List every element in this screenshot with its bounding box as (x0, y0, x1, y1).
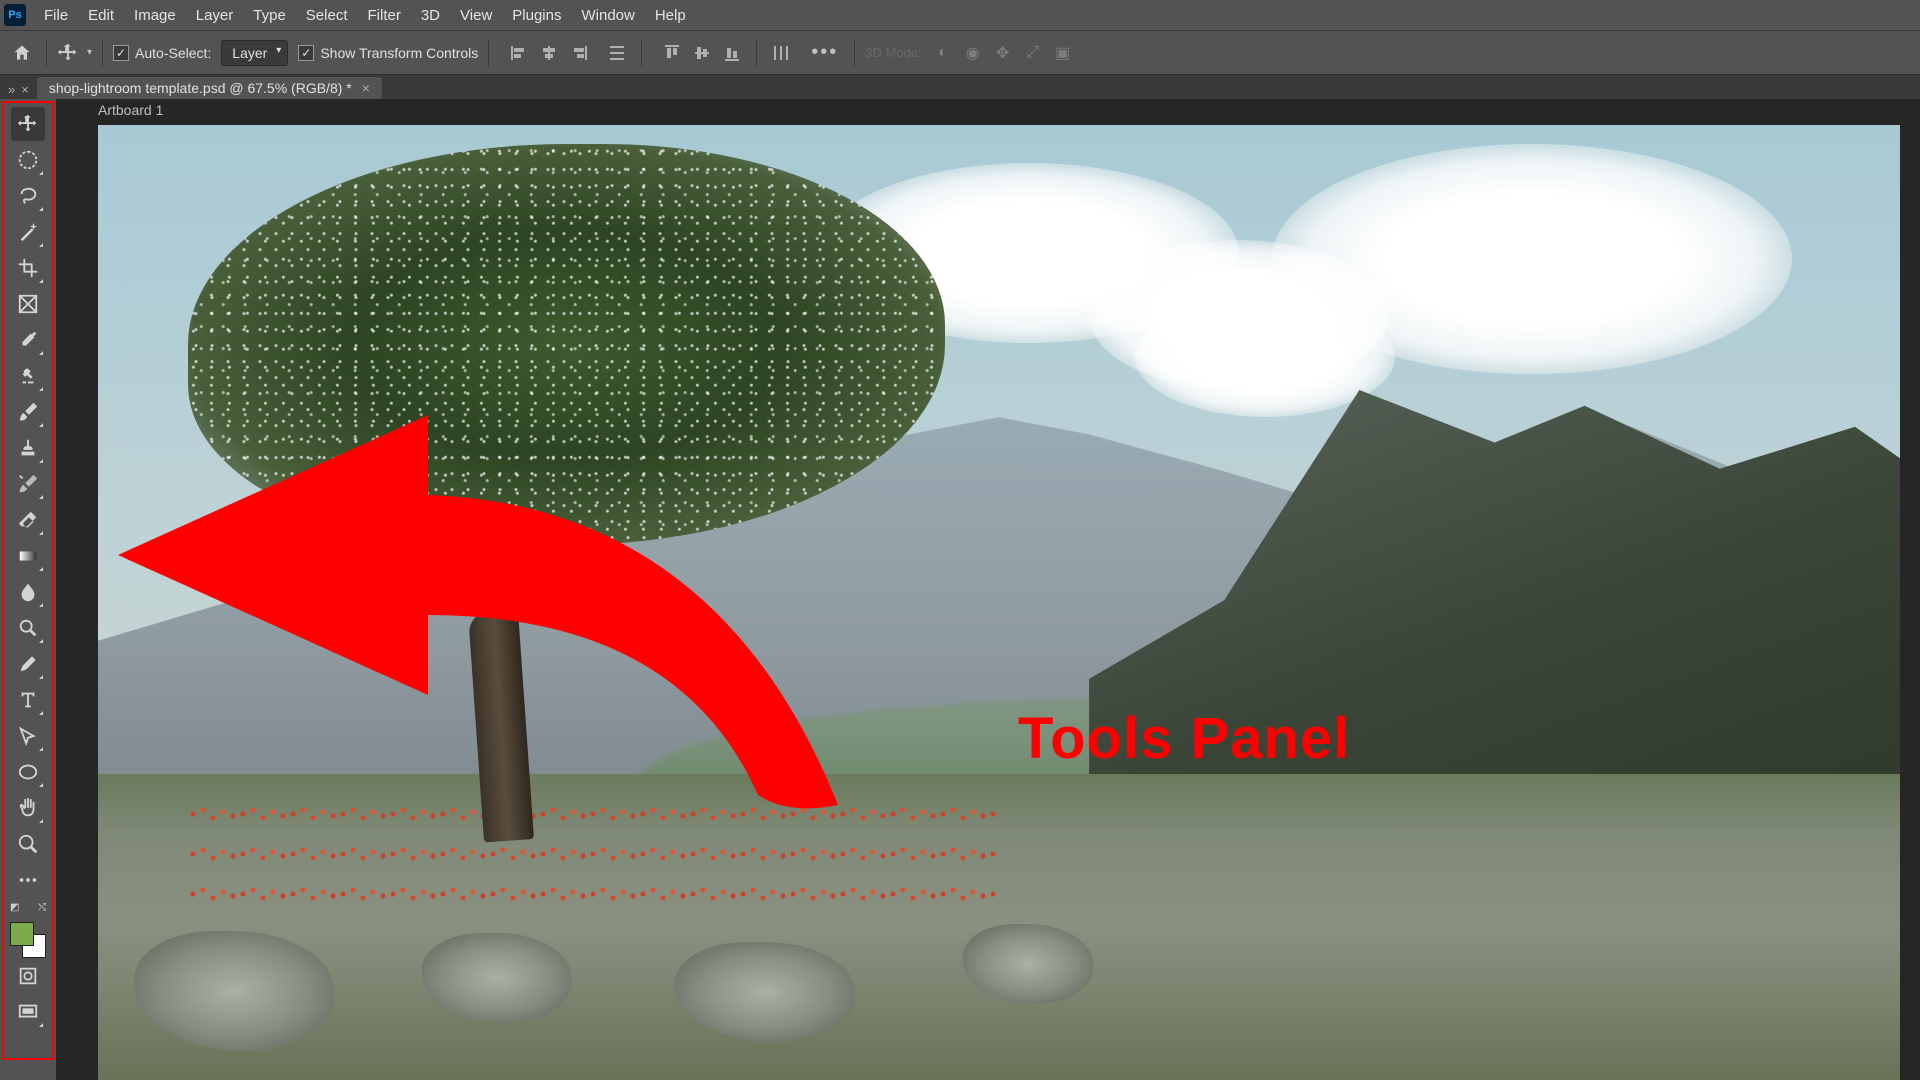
canvas-area[interactable]: Artboard 1 Tools Panel (56, 99, 1920, 1080)
color-swatches[interactable] (10, 922, 46, 958)
menu-layer[interactable]: Layer (186, 3, 244, 28)
pan-icon: ✥ (992, 42, 1014, 64)
separator (641, 39, 642, 67)
auto-select-label: Auto-Select: (135, 45, 211, 61)
eraser-tool[interactable] (11, 503, 45, 537)
stamp-tool[interactable] (11, 431, 45, 465)
separator (854, 39, 855, 67)
menu-image[interactable]: Image (124, 3, 186, 28)
document-tab-row: » × shop-lightroom template.psd @ 67.5% … (0, 75, 1920, 99)
menu-edit[interactable]: Edit (78, 3, 124, 28)
gradient-tool[interactable] (11, 539, 45, 573)
document-tab[interactable]: shop-lightroom template.psd @ 67.5% (RGB… (37, 77, 382, 99)
menu-3d[interactable]: 3D (411, 3, 450, 28)
menu-view[interactable]: View (450, 3, 502, 28)
swatch-controls: ◩⤭ (10, 902, 46, 916)
crop-tool[interactable] (11, 251, 45, 285)
artboard-label[interactable]: Artboard 1 (98, 102, 163, 118)
zoom-tool[interactable] (11, 827, 45, 861)
main-area: ◩⤭ Artboard 1 Tools Panel (0, 99, 1920, 1080)
eyedropper-tool[interactable] (11, 323, 45, 357)
blur-tool[interactable] (11, 575, 45, 609)
default-swatches-icon[interactable]: ◩ (10, 902, 19, 913)
tools-panel: ◩⤭ (2, 101, 54, 1060)
double-chevron-icon: » (8, 82, 15, 97)
menu-help[interactable]: Help (645, 3, 696, 28)
brush-tool[interactable] (11, 395, 45, 429)
history-brush-tool[interactable] (11, 467, 45, 501)
more-options-button[interactable]: ••• (805, 41, 844, 64)
quick-mask-button[interactable] (11, 959, 45, 993)
menu-select[interactable]: Select (296, 3, 358, 28)
menu-filter[interactable]: Filter (358, 3, 411, 28)
align-right-button[interactable] (565, 39, 593, 67)
menu-plugins[interactable]: Plugins (502, 3, 571, 28)
orbit-icon: ◐ (932, 42, 954, 64)
align-center-v-button[interactable] (688, 39, 716, 67)
selection-tool[interactable] (11, 215, 45, 249)
checkbox-checked-icon: ✓ (113, 45, 129, 61)
layer-dropdown[interactable]: Layer (221, 40, 288, 66)
hand-tool[interactable] (11, 791, 45, 825)
menu-bar: Ps File Edit Image Layer Type Select Fil… (0, 0, 1920, 30)
chevron-down-icon[interactable]: ▾ (87, 47, 92, 58)
home-icon (12, 43, 32, 63)
annotation-text: Tools Panel (1018, 705, 1350, 772)
dodge-tool[interactable] (11, 611, 45, 645)
home-button[interactable] (8, 39, 36, 67)
align-left-button[interactable] (505, 39, 533, 67)
roll-icon: ◉ (962, 42, 984, 64)
screen-mode-button[interactable] (11, 995, 45, 1029)
artboard[interactable]: Tools Panel (98, 125, 1900, 1080)
mode-3d-icons: ◐ ◉ ✥ ⤢ ▣ (932, 42, 1074, 64)
align-center-h-button[interactable] (535, 39, 563, 67)
frame-tool[interactable] (11, 287, 45, 321)
lasso-tool[interactable] (11, 179, 45, 213)
transform-controls-checkbox[interactable]: ✓ Show Transform Controls (298, 45, 478, 61)
menu-window[interactable]: Window (571, 3, 644, 28)
move-tool[interactable] (11, 107, 45, 141)
separator (488, 39, 489, 67)
pen-tool[interactable] (11, 647, 45, 681)
align-bottom-button[interactable] (718, 39, 746, 67)
foreground-swatch[interactable] (10, 922, 34, 946)
panel-collapse-button[interactable]: » × (4, 80, 33, 99)
distribute-v-button[interactable] (767, 39, 795, 67)
edit-toolbar[interactable] (11, 863, 45, 897)
align-top-button[interactable] (658, 39, 686, 67)
align-horizontal-group (505, 39, 593, 67)
camera-icon: ▣ (1052, 42, 1074, 64)
document-title: shop-lightroom template.psd @ 67.5% (RGB… (49, 80, 352, 96)
annotation-arrow-icon (118, 305, 948, 845)
separator (46, 39, 47, 67)
healing-tool[interactable] (11, 359, 45, 393)
separator (756, 39, 757, 67)
swap-swatches-icon[interactable]: ⤭ (38, 902, 46, 913)
tool-preset-icon[interactable] (57, 42, 79, 64)
mode-3d-label: 3D Mode: (865, 45, 921, 60)
type-tool[interactable] (11, 683, 45, 717)
app-logo-icon: Ps (4, 4, 26, 26)
checkbox-checked-icon: ✓ (298, 45, 314, 61)
auto-select-checkbox[interactable]: ✓ Auto-Select: (113, 45, 211, 61)
path-select-tool[interactable] (11, 719, 45, 753)
shape-tool[interactable] (11, 755, 45, 789)
close-icon: × (21, 82, 29, 97)
marquee-tool[interactable] (11, 143, 45, 177)
tab-close-button[interactable]: × (362, 80, 370, 96)
options-bar: ▾ ✓ Auto-Select: Layer ✓ Show Transform … (0, 30, 1920, 75)
menu-file[interactable]: File (34, 3, 78, 28)
slide-icon: ⤢ (1022, 42, 1044, 64)
menu-type[interactable]: Type (243, 3, 296, 28)
distribute-h-button[interactable] (603, 39, 631, 67)
align-vertical-group (658, 39, 746, 67)
separator (102, 39, 103, 67)
transform-controls-label: Show Transform Controls (320, 45, 478, 61)
